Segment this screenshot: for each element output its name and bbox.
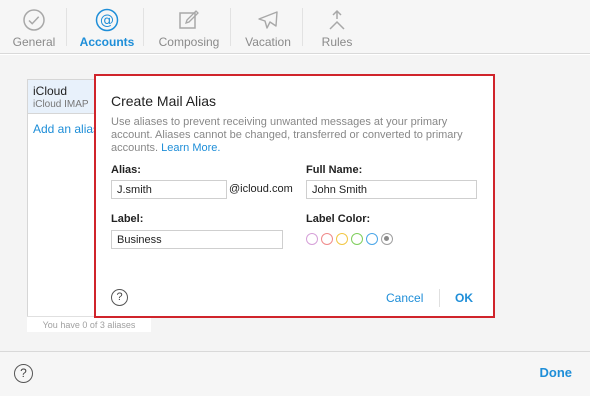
create-alias-dialog: Create Mail Alias Use aliases to prevent… <box>94 74 495 318</box>
button-divider <box>439 289 440 307</box>
tab-rules[interactable]: Rules <box>314 0 360 54</box>
label-color-swatch[interactable] <box>351 233 363 245</box>
label-color-picker <box>306 233 393 247</box>
tab-accounts[interactable]: @ Accounts <box>76 0 138 54</box>
toolbar-divider <box>66 8 67 46</box>
airplane-icon <box>258 11 278 29</box>
tab-vacation-label: Vacation <box>245 35 291 49</box>
tab-general-label: General <box>12 35 56 49</box>
label-color-swatch[interactable] <box>366 233 378 245</box>
dialog-help-icon[interactable]: ? <box>111 289 128 306</box>
alias-label: Alias: <box>111 164 141 176</box>
ok-button[interactable]: OK <box>455 291 473 305</box>
alias-field[interactable] <box>111 180 227 199</box>
dialog-description: Use aliases to prevent receiving unwante… <box>111 116 481 155</box>
checkmark-circle-icon <box>23 9 45 31</box>
alias-count: You have 0 of 3 aliases <box>27 316 151 332</box>
toolbar-divider <box>302 8 303 46</box>
tab-composing[interactable]: Composing <box>153 0 225 54</box>
done-button[interactable]: Done <box>540 365 573 380</box>
svg-text:@: @ <box>100 13 114 29</box>
preferences-footer: ? Done <box>0 351 590 396</box>
label-color-label: Label Color: <box>306 213 371 225</box>
label-field[interactable] <box>111 230 283 249</box>
cancel-button[interactable]: Cancel <box>386 291 423 305</box>
account-type: iCloud IMAP <box>33 99 89 110</box>
full-name-field[interactable] <box>306 180 477 199</box>
toolbar-divider <box>143 8 144 46</box>
label-color-swatch[interactable] <box>381 233 393 245</box>
full-name-label: Full Name: <box>306 164 363 176</box>
label-color-swatch[interactable] <box>306 233 318 245</box>
tab-rules-label: Rules <box>321 35 353 49</box>
tab-vacation[interactable]: Vacation <box>240 0 296 54</box>
dialog-title: Create Mail Alias <box>111 93 217 109</box>
tab-general[interactable]: General <box>8 0 60 54</box>
label-label: Label: <box>111 213 144 225</box>
label-color-swatch[interactable] <box>321 233 333 245</box>
compose-icon <box>179 10 199 29</box>
help-icon[interactable]: ? <box>14 364 33 383</box>
tab-accounts-label: Accounts <box>79 35 135 49</box>
learn-more-link[interactable]: Learn More. <box>161 142 220 154</box>
alias-domain-suffix: @icloud.com <box>229 183 293 195</box>
preferences-toolbar: General @ Accounts Composing Vacation Ru… <box>0 0 590 54</box>
tab-composing-label: Composing <box>158 35 220 49</box>
rules-arrows-icon <box>329 9 345 30</box>
at-sign-icon: @ <box>95 8 119 32</box>
toolbar-divider <box>230 8 231 46</box>
account-name: iCloud <box>33 84 68 98</box>
label-color-swatch[interactable] <box>336 233 348 245</box>
